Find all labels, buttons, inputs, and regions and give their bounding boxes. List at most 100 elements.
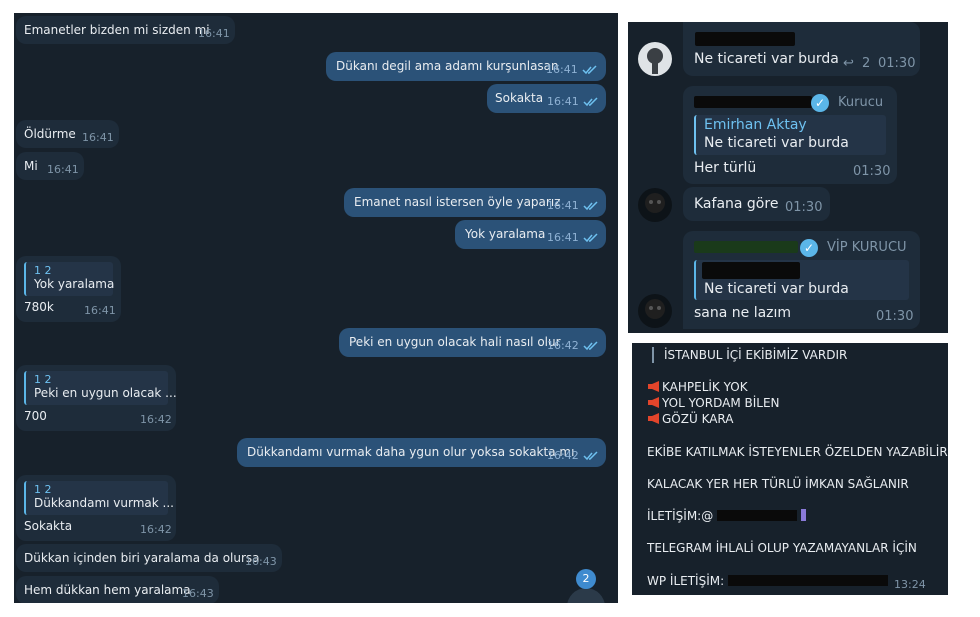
verified-icon: ✓ [800, 239, 818, 257]
message-bubble[interactable]: Yok yaralama 16:41 [455, 220, 606, 249]
avatar[interactable] [638, 188, 672, 222]
read-check-icon [583, 97, 598, 107]
whatsapp-contact-line: WP İLETİŞİM: [647, 574, 888, 588]
bullet-text: GÖZÜ KARA [662, 412, 734, 426]
quote-author: Emirhan Aktay [704, 117, 807, 133]
message-text: Her türlü [694, 160, 757, 176]
message-bubble[interactable]: Sokakta 16:41 [487, 84, 606, 113]
read-check-icon [583, 201, 598, 211]
message-bubble[interactable]: Dükanı degil ama adamı kurşunlasan 16:41 [326, 52, 606, 81]
message-time: 16:42 [547, 339, 579, 352]
message-text: Sokakta [495, 91, 544, 105]
emoji-icon [800, 509, 806, 521]
message-bubble[interactable]: Ne ticareti var burda ↩ 2 01:30 [683, 22, 920, 76]
message-text: Emanet nasıl istersen öyle yaparız [354, 195, 561, 209]
reply-message-bubble[interactable]: ✓ Kurucu Emirhan Aktay Ne ticareti var b… [683, 86, 897, 184]
announcement-line: TELEGRAM İHLALİ OLUP YAZAMAYANLAR İÇİN [647, 541, 917, 555]
user-silhouette-icon [647, 48, 663, 74]
read-check-icon [583, 341, 598, 351]
message-time: 16:42 [547, 449, 579, 462]
redacted-author [702, 262, 800, 279]
megaphone-icon [648, 413, 659, 424]
reply-message-bubble[interactable]: 1 2 Yok yaralama 780k 16:41 [16, 256, 121, 322]
user-silhouette-icon [645, 299, 665, 319]
message-text: Öldürme [24, 127, 76, 141]
message-time: 16:41 [547, 231, 579, 244]
message-time: 16:41 [547, 199, 579, 212]
message-text: Dükanı degil ama adamı kurşunlasan [336, 59, 559, 73]
read-check-icon [583, 233, 598, 243]
message-text: Dükkandamı vurmak daha ygun olur yoksa s… [247, 445, 575, 459]
reply-quote[interactable]: 1 2 Yok yaralama [24, 262, 115, 296]
quote-author: 1 2 [34, 483, 52, 496]
message-text: Yok yaralama [465, 227, 546, 241]
reply-quote[interactable]: Emirhan Aktay Ne ticareti var burda [694, 115, 886, 155]
chat-panel-left: Emanetler bizden mi sizden mi 16:41 Düka… [14, 13, 618, 603]
avatar[interactable] [638, 294, 672, 328]
message-time: 16:41 [82, 131, 114, 144]
message-text: Mi [24, 159, 38, 173]
message-text: Ne ticareti var burda [694, 51, 839, 67]
reply-message-bubble[interactable]: ✓ VİP KURUCU Ne ticareti var burda sana … [683, 231, 920, 329]
reply-message-bubble[interactable]: 1 2 Dükkandamı vurmak ... Sokakta 16:42 [16, 475, 176, 541]
verified-icon: ✓ [811, 94, 829, 112]
quote-author: 1 2 [34, 264, 52, 277]
message-bubble[interactable]: Dükkandamı vurmak daha ygun olur yoksa s… [237, 438, 606, 467]
message-time: 16:41 [47, 163, 79, 176]
scroll-down-button[interactable] [567, 588, 605, 603]
quote-text: Peki en uygun olacak ... [34, 386, 177, 400]
read-check-icon [583, 451, 598, 461]
reply-quote[interactable]: 1 2 Peki en uygun olacak ... [24, 371, 177, 405]
message-time: 01:30 [878, 56, 916, 71]
read-check-icon [582, 65, 597, 75]
contact-label: İLETİŞİM:@ [647, 509, 714, 523]
message-bubble[interactable]: Mi 16:41 [16, 152, 84, 180]
bullet-item: KAHPELİK YOK [647, 380, 748, 394]
contact-line: İLETİŞİM:@ [647, 509, 806, 523]
chevron-down-icon [578, 602, 594, 603]
message-text: 780k [24, 300, 54, 314]
reply-quote[interactable]: 1 2 Dükkandamı vurmak ... [24, 481, 174, 515]
announcement-line: EKİBE KATILMAK İSTEYENLER ÖZELDEN YAZABİ… [647, 445, 948, 459]
message-text: Sokakta [24, 519, 73, 533]
message-time: 01:30 [785, 200, 823, 215]
message-text: 700 [24, 409, 47, 423]
redacted-phone [727, 575, 888, 586]
message-time: 16:43 [245, 555, 277, 568]
message-text: Peki en uygun olacak hali nasıl olur [349, 335, 561, 349]
message-time: 16:41 [84, 304, 116, 317]
bullet-text: KAHPELİK YOK [662, 380, 748, 394]
message-bubble[interactable]: Kafana göre 01:30 [683, 187, 830, 221]
quote-text: Ne ticareti var burda [704, 135, 849, 151]
message-time: 01:30 [876, 309, 914, 324]
message-text: Dükkan içinden biri yaralama da olursa [24, 551, 260, 565]
reply-quote[interactable]: Ne ticareti var burda [694, 260, 909, 300]
message-bubble[interactable]: Peki en uygun olacak hali nasıl olur 16:… [339, 328, 606, 357]
message-bubble[interactable]: Dükkan içinden biri yaralama da olursa 1… [16, 544, 282, 572]
message-time: 16:41 [198, 27, 230, 40]
announcement-line: KALACAK YER HER TÜRLÜ İMKAN SAĞLANIR [647, 477, 909, 491]
megaphone-icon [648, 397, 659, 408]
member-role: VİP KURUCU [827, 240, 907, 255]
message-text: Emanetler bizden mi sizden mi [24, 23, 210, 37]
reply-arrow-icon[interactable]: ↩ [843, 56, 854, 71]
message-bubble[interactable]: Emanetler bizden mi sizden mi 16:41 [16, 16, 235, 44]
redacted-handle [717, 510, 798, 521]
message-time: 16:41 [546, 63, 578, 76]
message-bubble[interactable]: Emanet nasıl istersen öyle yaparız 16:41 [344, 188, 606, 217]
chat-panel-top-right: Ne ticareti var burda ↩ 2 01:30 ✓ Kurucu… [628, 22, 948, 333]
message-time: 16:42 [140, 523, 172, 536]
announcement-panel: İSTANBUL İÇİ EKİBİMİZ VARDIR KAHPELİK YO… [632, 343, 948, 595]
quote-text: Yok yaralama [34, 277, 115, 291]
bullet-text: YOL YORDAM BİLEN [662, 396, 780, 410]
message-time: 13:24 [894, 578, 926, 591]
redacted-name [695, 32, 795, 46]
wp-label: WP İLETİŞİM: [647, 574, 725, 588]
message-bubble[interactable]: Öldürme 16:41 [16, 120, 119, 148]
reply-message-bubble[interactable]: 1 2 Peki en uygun olacak ... 700 16:42 [16, 365, 177, 431]
message-bubble[interactable]: Hem dükkan hem yaralama 16:43 [16, 576, 219, 603]
quote-author: 1 2 [34, 373, 52, 386]
member-role: Kurucu [838, 95, 884, 110]
avatar[interactable] [638, 42, 672, 76]
message-time: 01:30 [853, 164, 891, 179]
